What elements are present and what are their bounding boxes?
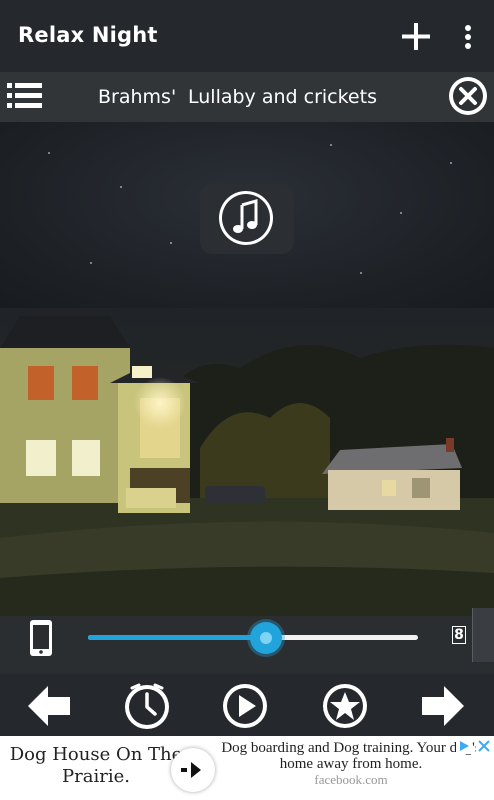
star bbox=[330, 144, 332, 146]
chevron-right-icon bbox=[181, 762, 201, 778]
close-icon bbox=[476, 738, 492, 754]
star bbox=[400, 212, 402, 214]
add-button[interactable] bbox=[400, 21, 432, 52]
play-icon bbox=[223, 684, 267, 728]
music-note-icon bbox=[219, 191, 273, 245]
track-title-part-1: Brahms' bbox=[98, 86, 177, 108]
star bbox=[120, 186, 122, 188]
ad-body-text: Dog boarding and Dog training. Your dog'… bbox=[221, 740, 481, 772]
phone-mode-button[interactable] bbox=[26, 618, 56, 658]
night-house-image bbox=[0, 308, 494, 616]
ad-headline-panel[interactable]: Dog House On The Prairie. bbox=[0, 736, 190, 800]
arrow-left-icon bbox=[28, 686, 70, 726]
phone-icon bbox=[30, 620, 52, 656]
star bbox=[48, 152, 50, 154]
volume-slider[interactable] bbox=[84, 618, 420, 658]
plus-icon bbox=[402, 23, 430, 50]
side-panel-tab[interactable] bbox=[472, 608, 494, 662]
star bbox=[90, 262, 92, 264]
ad-choices-button[interactable] bbox=[456, 738, 472, 754]
ad-open-button[interactable] bbox=[171, 748, 215, 792]
star bbox=[360, 272, 362, 274]
playlist-button[interactable] bbox=[4, 79, 44, 113]
sound-button[interactable] bbox=[214, 187, 278, 249]
volume-value: 8 bbox=[452, 626, 466, 644]
star bbox=[450, 162, 452, 164]
play-button[interactable] bbox=[220, 680, 270, 732]
ad-close-button[interactable] bbox=[476, 738, 492, 754]
favorite-button[interactable] bbox=[320, 680, 370, 732]
ad-body-panel[interactable]: Dog boarding and Dog training. Your dog'… bbox=[190, 736, 494, 800]
more-options-button[interactable] bbox=[458, 22, 478, 52]
app-title: Relax Night bbox=[18, 23, 158, 47]
list-icon bbox=[7, 83, 42, 108]
slider-thumb[interactable] bbox=[250, 622, 283, 654]
previous-button[interactable] bbox=[24, 680, 74, 732]
star-icon bbox=[323, 684, 367, 728]
ad-domain: facebook.com bbox=[314, 772, 388, 787]
vertical-dots-icon bbox=[465, 25, 471, 49]
clock-icon bbox=[125, 683, 169, 729]
sleep-timer-button[interactable] bbox=[122, 680, 172, 732]
close-button[interactable] bbox=[446, 74, 490, 118]
arrow-right-icon bbox=[422, 686, 464, 726]
ad-choices-icon bbox=[456, 738, 472, 754]
ad-banner[interactable]: Dog House On The Prairie. Dog boarding a… bbox=[0, 736, 494, 800]
close-circle-icon bbox=[449, 77, 487, 115]
slider-fill bbox=[88, 635, 267, 640]
star bbox=[170, 242, 172, 244]
ad-headline: Dog House On The Prairie. bbox=[9, 744, 183, 787]
track-title-part-2: Lullaby and crickets bbox=[188, 86, 377, 108]
next-button[interactable] bbox=[418, 680, 468, 732]
